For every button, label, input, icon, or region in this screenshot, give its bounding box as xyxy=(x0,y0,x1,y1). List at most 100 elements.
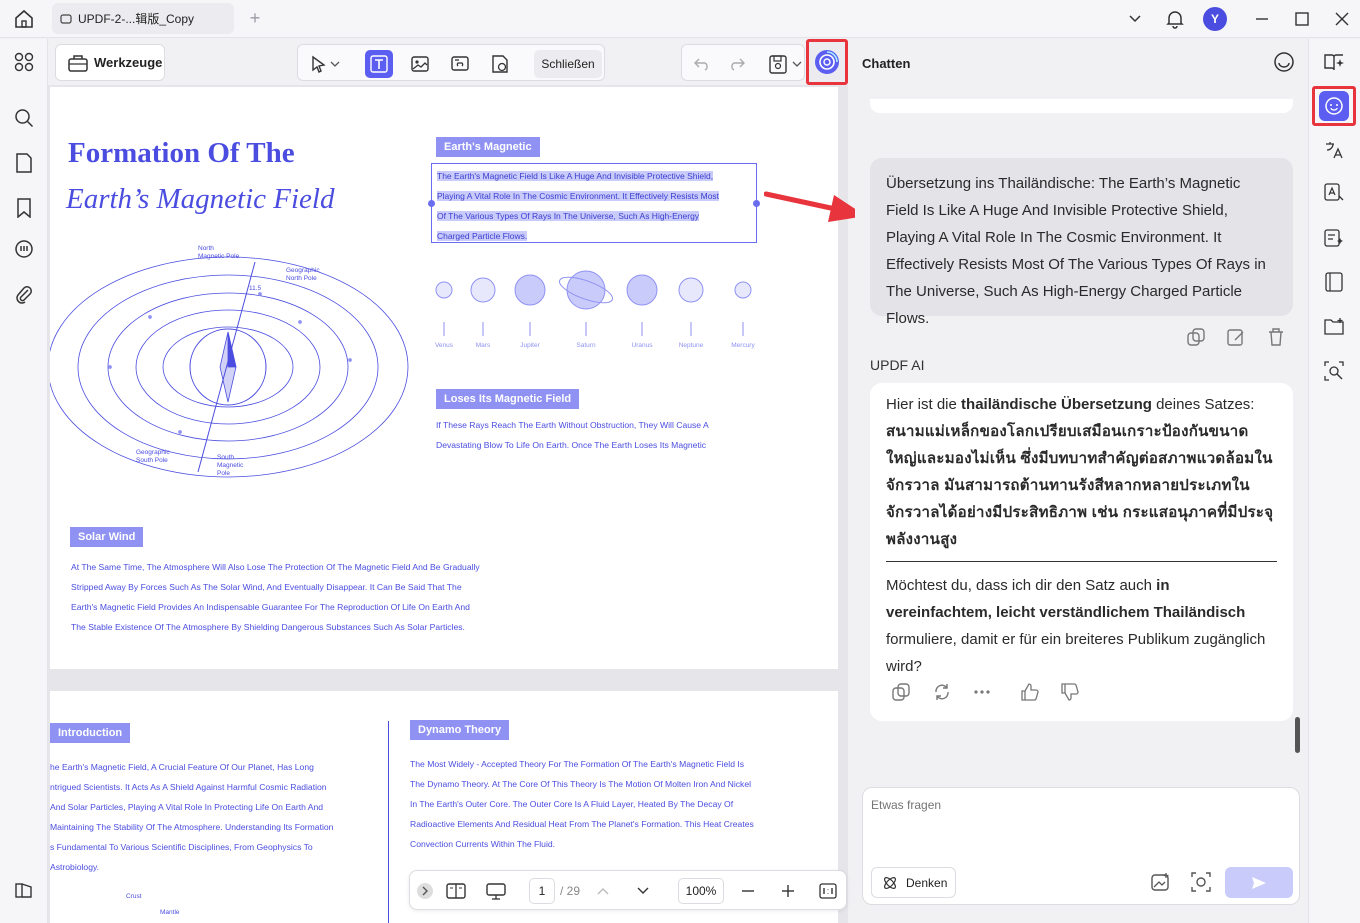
folder-upload-icon[interactable] xyxy=(1322,314,1346,338)
prev-page-icon[interactable] xyxy=(591,879,615,903)
copy-icon[interactable] xyxy=(889,680,913,704)
think-toggle-button[interactable]: Denken xyxy=(871,867,956,898)
title-bar: UPDF-2-...辑版_Copy + Y xyxy=(0,0,1360,38)
selected-line: Of The Various Types Of Rays In The Univ… xyxy=(437,211,700,221)
home-icon[interactable] xyxy=(12,8,36,30)
edit-icon[interactable] xyxy=(1224,325,1248,349)
send-icon xyxy=(1252,876,1266,889)
planet-label: Mars xyxy=(475,342,491,349)
attachment-icon[interactable] xyxy=(12,283,36,307)
presentation-icon[interactable] xyxy=(484,879,508,903)
apps-grid-icon[interactable] xyxy=(12,50,36,74)
image-tool-button[interactable] xyxy=(406,50,434,78)
collapse-arrow-icon[interactable] xyxy=(413,879,437,903)
thai-translation: สนามแม่เหล็กของโลกเปรียบเสมือนเกราะป้องก… xyxy=(886,423,1274,548)
select-dropdown-chevron-icon[interactable] xyxy=(328,50,342,78)
text-line: The Stable Existence Of The Atmosphere B… xyxy=(71,622,465,632)
save-dropdown-chevron-icon[interactable] xyxy=(790,50,804,78)
planet-label: Jupiter xyxy=(520,342,540,349)
geographic-south-label: Geographic South Pole xyxy=(136,449,170,464)
text-span: Möchtest du, dass ich dir den Satz auch xyxy=(886,577,1157,594)
ai-chat-icon xyxy=(1325,97,1343,115)
layers-icon[interactable] xyxy=(12,878,36,902)
page-layout-icon[interactable] xyxy=(444,879,468,903)
solar-wind-badge: Solar Wind xyxy=(70,527,144,547)
document-viewer[interactable]: Formation Of The Earth’s Magnetic Field … xyxy=(48,85,848,923)
bold-span: thailändische Übersetzung xyxy=(961,396,1152,413)
ai-followup: Möchtest du, dass ich dir den Satz auch … xyxy=(886,572,1277,680)
chat-scrollbar[interactable] xyxy=(1295,717,1300,753)
translate-icon[interactable] xyxy=(1322,138,1346,162)
close-icon[interactable] xyxy=(1330,7,1354,31)
bell-icon[interactable] xyxy=(1163,7,1187,31)
selection-handle-left[interactable] xyxy=(428,200,435,207)
selected-text-box[interactable]: The Earth's Magnetic Field Is Like A Hug… xyxy=(431,163,757,243)
search-document-icon[interactable] xyxy=(1322,359,1346,383)
zoom-in-icon[interactable] xyxy=(776,879,800,903)
ai-book-sparkle-icon[interactable] xyxy=(1322,50,1346,74)
next-page-icon[interactable] xyxy=(631,879,655,903)
solar-wind-text: At The Same Time, The Atmosphere Will Al… xyxy=(71,557,480,637)
geographic-north-label: Geographic North Pole xyxy=(286,267,320,282)
bookmark-icon[interactable] xyxy=(12,196,36,220)
planet-label: Uranus xyxy=(631,342,653,349)
link-tool-button[interactable] xyxy=(446,50,474,78)
page-number-input[interactable]: 1 xyxy=(529,878,555,904)
text-line: ntrigued Scientists. It Acts As A Shield… xyxy=(50,782,327,792)
upload-image-icon[interactable] xyxy=(1149,870,1173,894)
ai-message: Hier ist die thailändische Übersetzung d… xyxy=(870,383,1293,721)
ocr-text-icon[interactable] xyxy=(1322,181,1346,205)
copy-icon[interactable] xyxy=(1184,325,1208,349)
chat-input[interactable] xyxy=(871,798,1271,812)
close-edit-button[interactable]: Schließen xyxy=(534,50,602,78)
redo-icon[interactable] xyxy=(723,50,751,78)
selected-line: Playing A Vital Role In The Cosmic Envir… xyxy=(437,191,720,201)
new-tab-button[interactable]: + xyxy=(246,8,264,28)
tools-button[interactable]: Werkzeuge xyxy=(55,44,165,81)
edit-tool-group: Schließen xyxy=(297,44,605,81)
page-thumbnails-icon[interactable] xyxy=(12,151,36,175)
text-line: In The Earth's Outer Core. The Outer Cor… xyxy=(410,799,734,809)
ai-summary-icon[interactable] xyxy=(1322,226,1346,250)
avatar[interactable]: Y xyxy=(1203,7,1227,31)
history-clock-icon[interactable] xyxy=(1273,51,1297,75)
watermark-tool-button[interactable] xyxy=(486,50,514,78)
updf-ai-button[interactable] xyxy=(806,39,848,85)
minimize-icon[interactable] xyxy=(1250,7,1274,31)
ai-chat-active-button[interactable] xyxy=(1312,86,1356,126)
doc-title-line1: Formation Of The xyxy=(68,137,295,169)
send-button[interactable] xyxy=(1225,867,1293,898)
text-edit-tool-button[interactable] xyxy=(365,50,393,78)
delete-icon[interactable] xyxy=(1264,325,1288,349)
text-line: Stripped Away By Forces Such As The Sola… xyxy=(71,582,462,592)
page-navigation-bar: 1 / 29 100% xyxy=(409,870,847,910)
text-line: he Earth's Magnetic Field, A Crucial Fea… xyxy=(50,762,314,772)
loses-text: If These Rays Reach The Earth Without Ob… xyxy=(436,415,709,455)
thumbs-down-icon[interactable] xyxy=(1058,680,1082,704)
thumbs-up-icon[interactable] xyxy=(1018,680,1042,704)
screenshot-icon[interactable] xyxy=(1189,870,1213,894)
comment-icon[interactable] xyxy=(12,238,36,262)
planet-label: Neptune xyxy=(678,342,704,349)
selection-handle-right[interactable] xyxy=(753,200,760,207)
search-icon[interactable] xyxy=(12,106,36,130)
reading-mode-icon[interactable] xyxy=(1322,270,1346,294)
document-tab[interactable]: UPDF-2-...辑版_Copy xyxy=(52,3,234,34)
planet-label: Venus xyxy=(434,342,454,349)
regenerate-icon[interactable] xyxy=(930,680,954,704)
north-magnetic-pole-label: North Magnetic Pole xyxy=(198,245,240,260)
text-span: Hier ist die xyxy=(886,396,962,413)
right-sidebar xyxy=(1308,39,1360,923)
undo-icon[interactable] xyxy=(688,50,716,78)
save-icon[interactable] xyxy=(764,50,792,78)
actual-size-icon[interactable] xyxy=(816,879,840,903)
text-span: formuliere, damit er für ein breiteres P… xyxy=(886,631,1266,675)
tools-label: Werkzeuge xyxy=(94,55,163,70)
mantle-label: Mantle xyxy=(160,909,180,916)
chevron-down-icon[interactable] xyxy=(1123,7,1147,31)
more-icon[interactable] xyxy=(970,680,994,704)
text-line: The Dynamo Theory. At The Core Of This T… xyxy=(410,779,752,789)
zoom-level[interactable]: 100% xyxy=(678,878,724,904)
zoom-out-icon[interactable] xyxy=(736,879,760,903)
maximize-icon[interactable] xyxy=(1290,7,1314,31)
